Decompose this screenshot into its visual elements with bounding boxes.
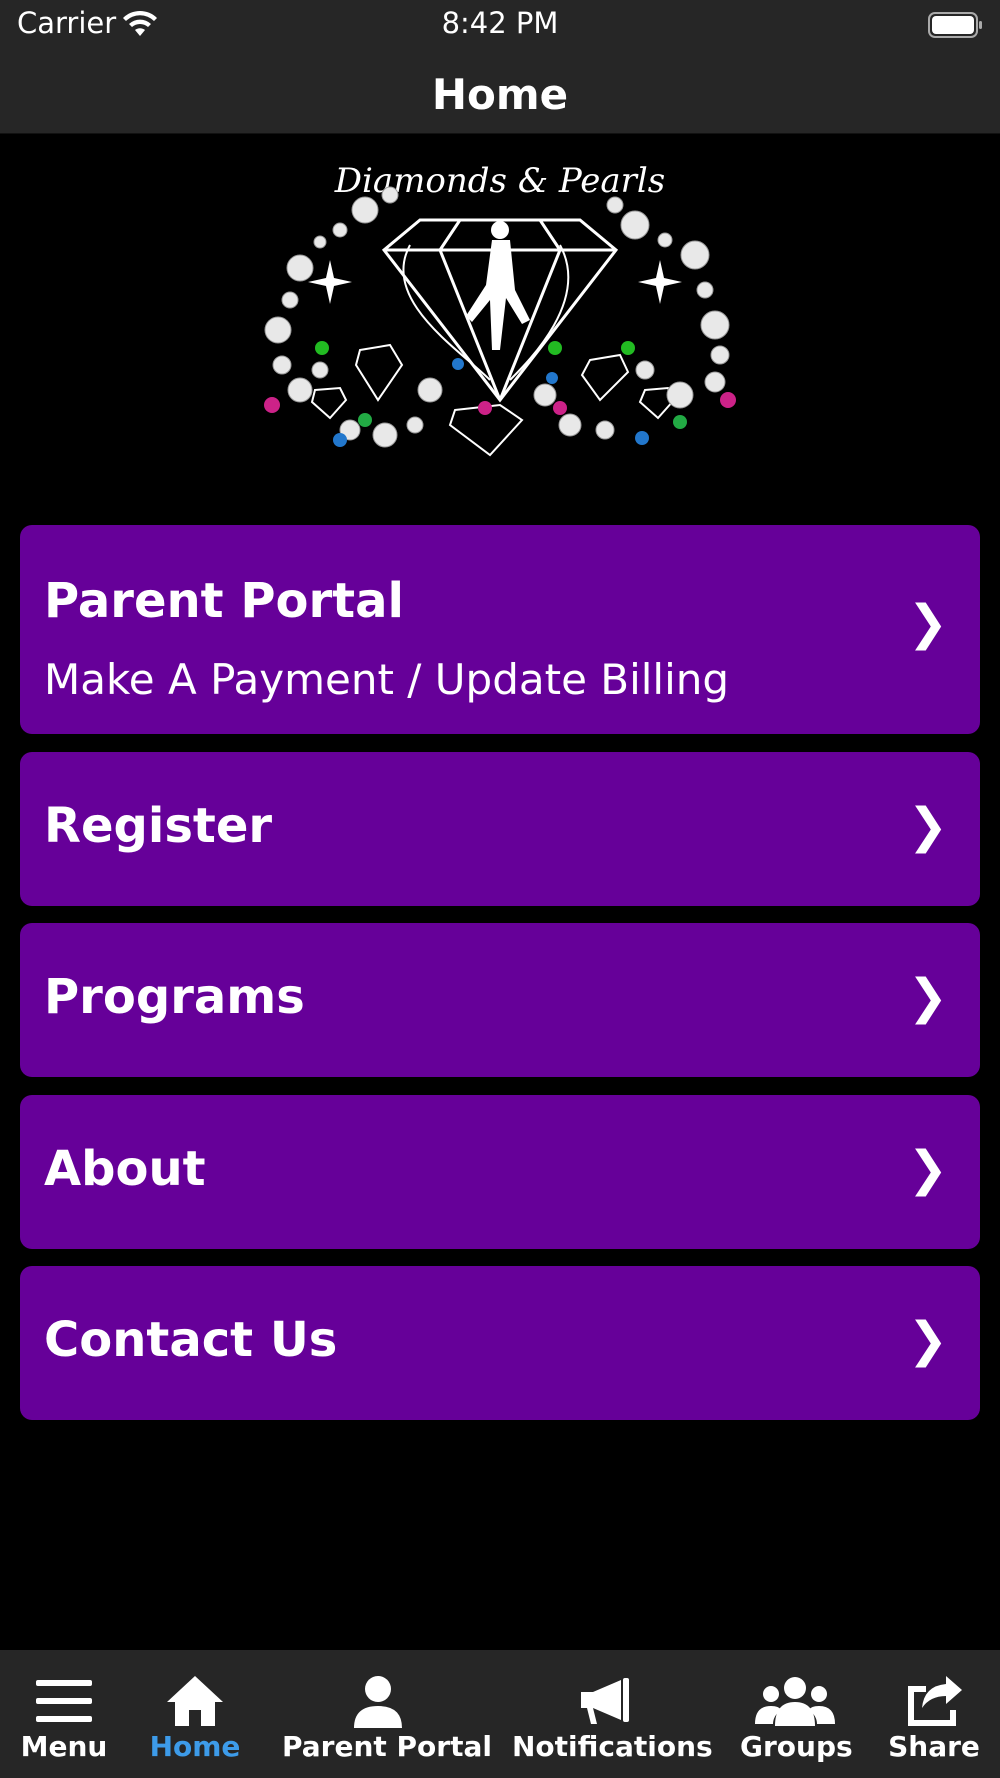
tab-label: Parent Portal <box>282 1730 492 1763</box>
tab-label: Home <box>149 1730 241 1763</box>
tab-home[interactable]: Home <box>140 1650 250 1778</box>
menu-item-title: Parent Portal <box>44 573 404 629</box>
person-icon <box>354 1676 402 1728</box>
chevron-right-icon: ❯ <box>907 798 948 854</box>
battery-icon <box>928 12 982 38</box>
groups-icon <box>755 1677 835 1726</box>
status-time: 8:42 PM <box>441 6 559 40</box>
menu-item-title: About <box>44 1141 206 1197</box>
menu-item-title: Programs <box>44 969 305 1025</box>
menu-item-programs[interactable]: Programs ❯ <box>20 923 980 1077</box>
chevron-right-icon: ❯ <box>907 1141 948 1197</box>
menu-item-title: Register <box>44 798 273 854</box>
home-icon <box>167 1676 223 1726</box>
menu-item-contact-us[interactable]: Contact Us ❯ <box>20 1266 980 1420</box>
chevron-right-icon: ❯ <box>907 969 948 1025</box>
menu-item-register[interactable]: Register ❯ <box>20 752 980 906</box>
diamonds-pearls-logo: Diamonds & Pearls <box>264 161 736 457</box>
menu-item-parent-portal[interactable]: Parent Portal Make A Payment / Update Bi… <box>20 525 980 734</box>
tab-menu[interactable]: Menu <box>14 1650 114 1778</box>
tab-share[interactable]: Share <box>884 1650 984 1778</box>
tab-label: Notifications <box>512 1730 713 1763</box>
page-title: Home <box>431 70 569 119</box>
tab-label: Share <box>888 1730 980 1763</box>
navigation-bar: Home <box>0 50 1000 134</box>
tab-label: Groups <box>740 1730 853 1763</box>
chevron-right-icon: ❯ <box>907 1312 948 1368</box>
tab-notifications[interactable]: Notifications <box>512 1650 713 1778</box>
tab-bar: Menu Home Parent Portal Notifications Gr… <box>0 1650 1000 1778</box>
menu-item-about[interactable]: About ❯ <box>20 1095 980 1249</box>
tab-parent-portal[interactable]: Parent Portal <box>282 1650 492 1778</box>
tab-label: Menu <box>20 1730 108 1763</box>
megaphone-icon <box>581 1678 629 1724</box>
status-bar: Carrier 8:42 PM <box>0 0 1000 50</box>
hamburger-icon <box>36 1680 92 1722</box>
share-icon <box>908 1676 962 1726</box>
chevron-right-icon: ❯ <box>907 595 948 651</box>
menu-item-subtitle: Make A Payment / Update Billing <box>44 655 730 704</box>
menu-item-title: Contact Us <box>44 1312 338 1368</box>
tab-groups[interactable]: Groups <box>740 1650 853 1778</box>
